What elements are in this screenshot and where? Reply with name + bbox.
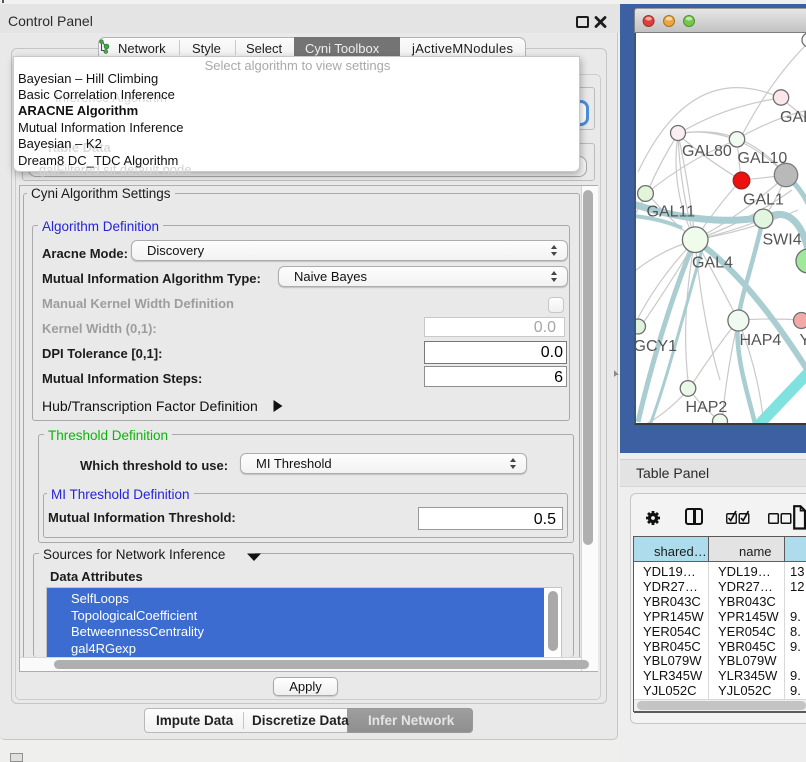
svg-text:GAL11: GAL11 [647, 204, 696, 221]
svg-text:GAL1: GAL1 [743, 192, 784, 209]
svg-text:SWI4: SWI4 [763, 232, 802, 249]
svg-text:GCY1: GCY1 [636, 338, 677, 355]
svg-text:HAP2: HAP2 [686, 399, 728, 416]
svg-text:GAL10: GAL10 [738, 150, 788, 167]
svg-text:Y: Y [800, 332, 806, 349]
svg-text:HAP4: HAP4 [740, 332, 782, 349]
svg-text:GAL4: GAL4 [692, 255, 733, 272]
svg-text:GAL: GAL [780, 109, 806, 126]
svg-text:GAL80: GAL80 [682, 143, 732, 160]
